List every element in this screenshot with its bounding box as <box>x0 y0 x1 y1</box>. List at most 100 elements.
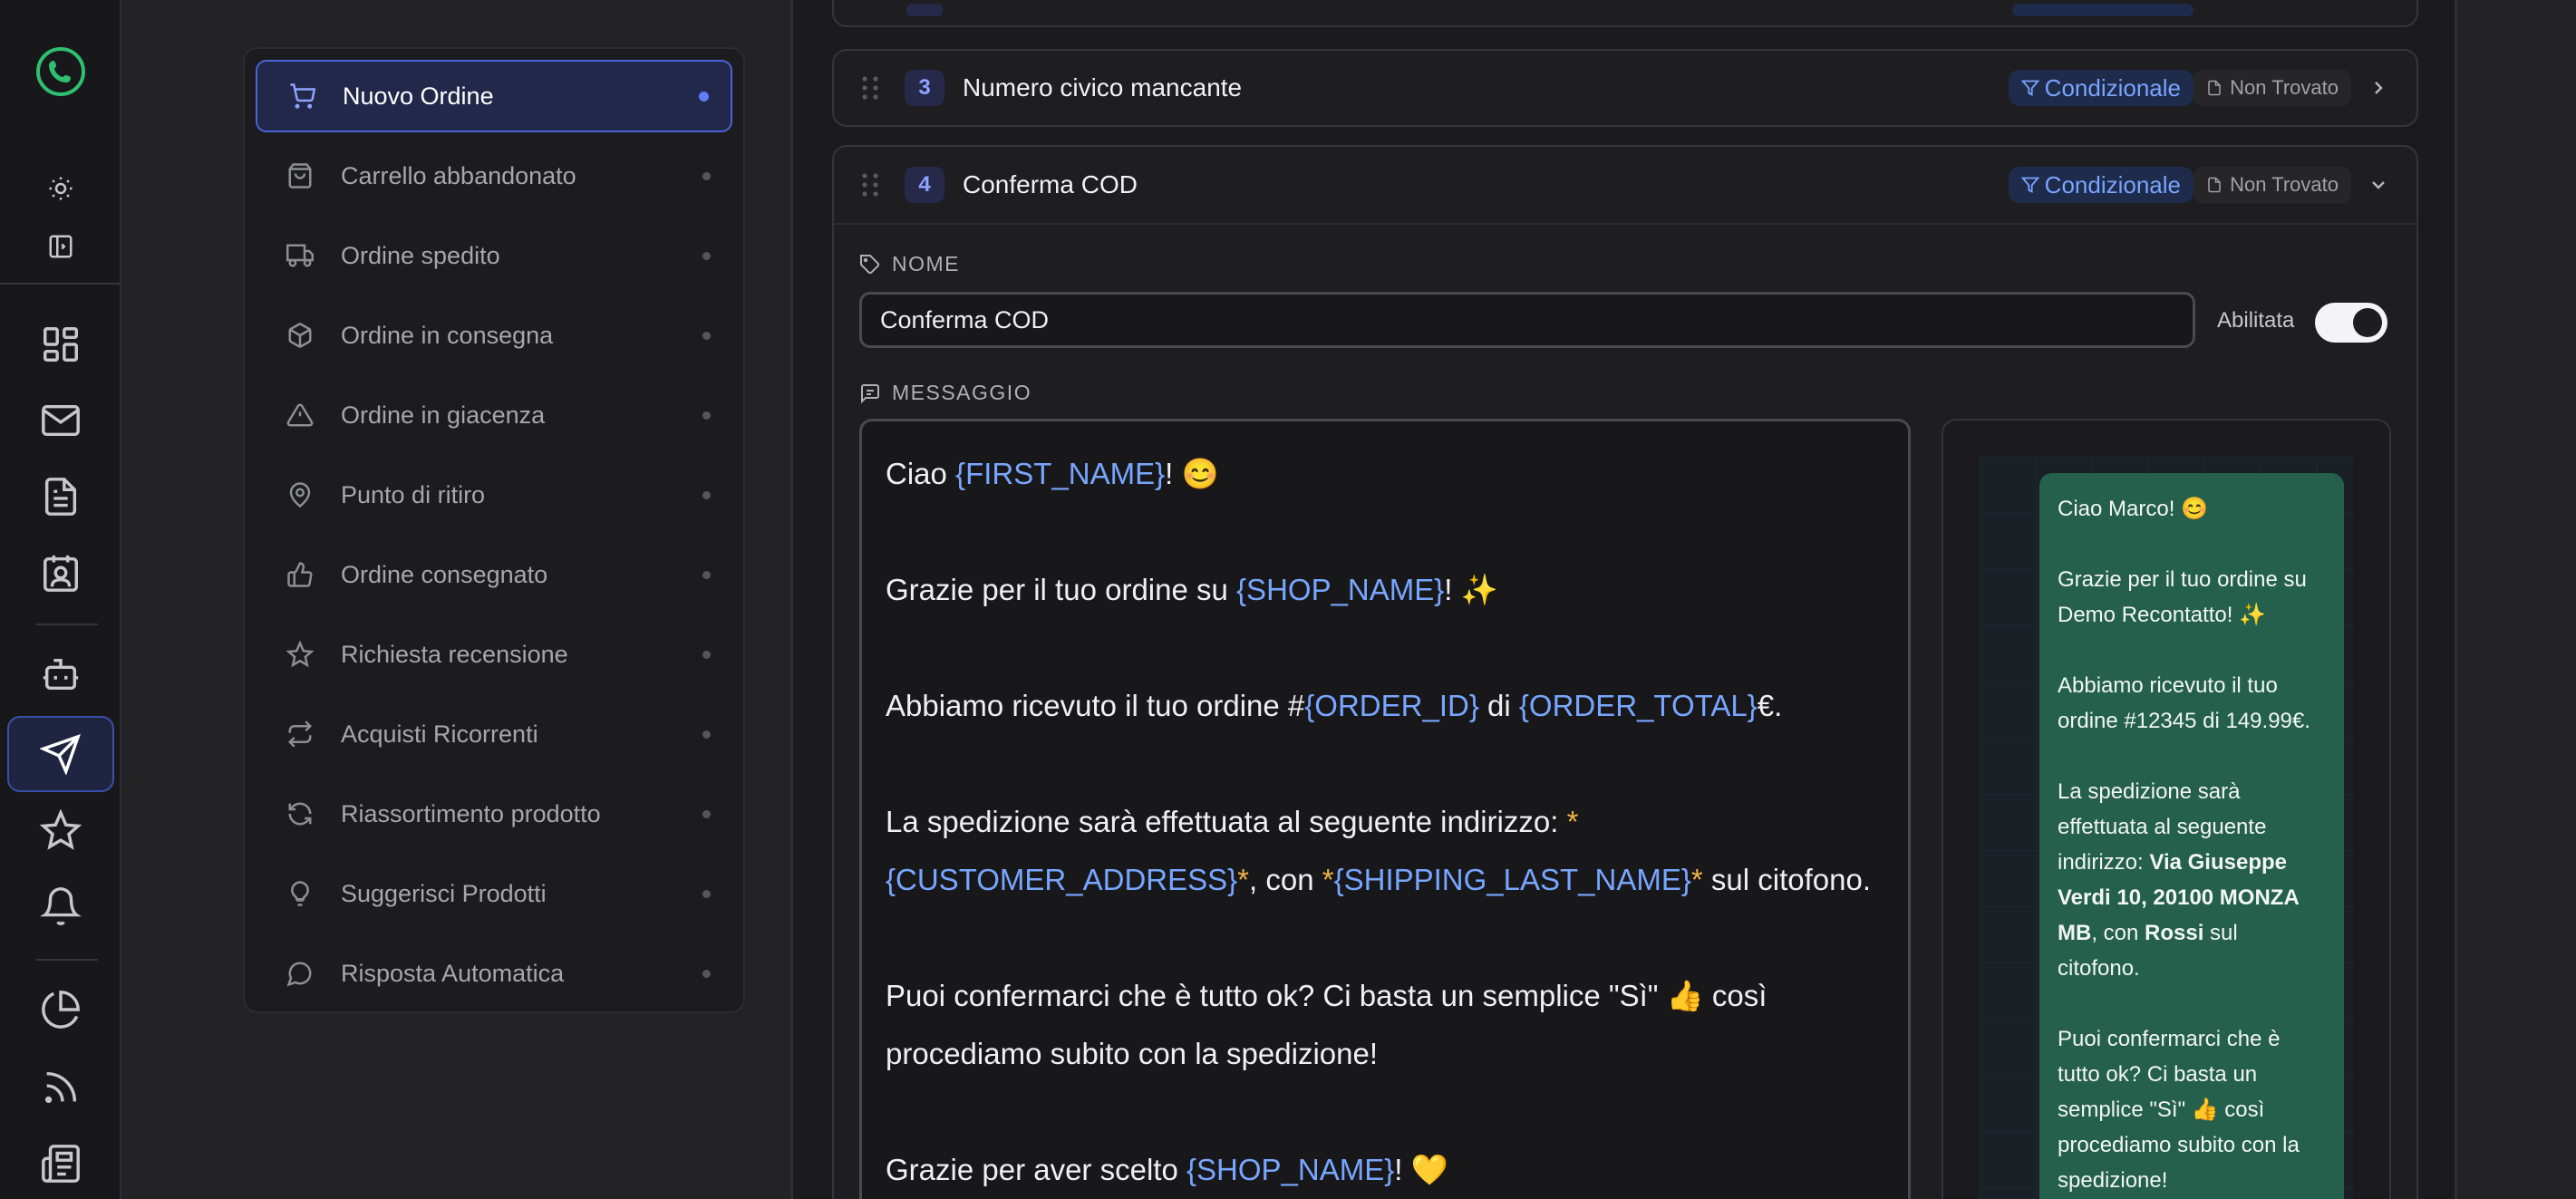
pie-chart-icon[interactable] <box>34 982 88 1037</box>
condition-badge[interactable]: Condizionale <box>2008 70 2193 106</box>
nav-item-label: Ordine consegnato <box>341 560 548 588</box>
message-preview-panel: Ciao Marco! 😊 Grazie per il tuo ordine s… <box>1942 419 2391 1199</box>
bot-icon[interactable] <box>34 647 88 701</box>
condition-label: Condizionale <box>2044 73 2181 102</box>
nav-item-carrello-abbandonato[interactable]: Carrello abbandonato <box>256 140 732 212</box>
tag-icon <box>860 254 880 274</box>
bell-icon[interactable] <box>34 879 88 933</box>
sidebar-toggle-icon[interactable] <box>43 228 79 265</box>
icon-rail <box>0 0 121 1199</box>
nav-item-label: Richiesta recensione <box>341 640 568 668</box>
status-dot <box>702 970 711 978</box>
step-number-badge <box>906 4 943 16</box>
rail-divider <box>36 624 98 625</box>
bag-icon <box>286 162 314 189</box>
message-preview-bubble: Ciao Marco! 😊 Grazie per il tuo ordine s… <box>2039 473 2344 1199</box>
chevron-down-icon[interactable] <box>2368 174 2389 196</box>
status-label: Non Trovato <box>2230 173 2339 196</box>
star-icon[interactable] <box>34 803 88 857</box>
warning-icon <box>286 401 314 429</box>
sun-icon[interactable] <box>43 170 79 207</box>
nav-item-label: Suggerisci Prodotti <box>341 879 547 907</box>
nav-item-ordine-in-consegna[interactable]: Ordine in consegna <box>256 299 732 372</box>
nav-item-riassortimento-prodotto[interactable]: Riassortimento prodotto <box>256 778 732 850</box>
repeat-icon <box>286 720 314 748</box>
status-dot <box>702 411 711 420</box>
file-icon <box>2208 177 2221 193</box>
nav-item-label: Acquisti Ricorrenti <box>341 720 538 748</box>
nav-item-label: Ordine in giacenza <box>341 401 546 429</box>
truck-icon <box>286 242 314 269</box>
condition-badge[interactable]: Condizionale <box>2008 167 2193 203</box>
enabled-toggle[interactable] <box>2315 303 2387 343</box>
contact-card-icon[interactable] <box>34 546 88 600</box>
filter-icon <box>2020 80 2039 96</box>
drag-handle-icon[interactable] <box>861 172 879 198</box>
newspaper-icon[interactable] <box>34 1136 88 1191</box>
step-title: Conferma COD <box>963 170 1138 198</box>
drag-handle-icon[interactable] <box>861 75 879 101</box>
status-dot <box>702 571 711 579</box>
send-icon[interactable] <box>34 727 88 781</box>
name-field-label: NOME <box>859 252 960 276</box>
file-icon <box>2208 80 2221 96</box>
lightbulb-icon <box>286 880 314 907</box>
nav-item-ordine-spedito[interactable]: Ordine spedito <box>256 219 732 292</box>
package-icon <box>286 322 314 349</box>
status-label: Non Trovato <box>2230 76 2339 99</box>
status-dot <box>699 92 709 102</box>
status-dot <box>702 810 711 818</box>
rail-divider <box>36 959 98 961</box>
status-badge: Non Trovato <box>2193 70 2351 106</box>
chat-bubble-icon <box>286 960 314 987</box>
rail-divider <box>0 283 121 285</box>
message-editor[interactable]: Ciao {FIRST_NAME}! 😊 Grazie per il tuo o… <box>859 419 1911 1199</box>
nav-item-suggerisci-prodotti[interactable]: Suggerisci Prodotti <box>256 857 732 930</box>
rss-icon[interactable] <box>34 1060 88 1115</box>
nav-item-ordine-consegnato[interactable]: Ordine consegnato <box>256 538 732 611</box>
nav-item-label: Punto di ritiro <box>341 480 486 508</box>
nav-item-acquisti-ricorrenti[interactable]: Acquisti Ricorrenti <box>256 698 732 770</box>
nav-item-punto-di-ritiro[interactable]: Punto di ritiro <box>256 459 732 531</box>
nav-item-label: Carrello abbandonato <box>341 161 576 189</box>
message-field-label: MESSAGGIO <box>859 381 1031 405</box>
status-dot <box>702 890 711 898</box>
nav-item-richiesta-recensione[interactable]: Richiesta recensione <box>256 618 732 691</box>
nav-item-nuovo-ordine[interactable]: Nuovo Ordine <box>256 60 732 132</box>
toggle-knob <box>2353 308 2382 337</box>
document-icon[interactable] <box>34 469 88 524</box>
status-dot <box>702 332 711 340</box>
name-input[interactable] <box>859 292 2195 348</box>
column-divider <box>790 0 793 1199</box>
nav-item-label: Riassortimento prodotto <box>341 799 601 827</box>
status-badge: Non Trovato <box>2193 167 2351 203</box>
map-pin-icon <box>286 481 314 508</box>
nav-item-risposta-automatica[interactable]: Risposta Automatica <box>256 937 732 1010</box>
enabled-label: Abilitata <box>2217 308 2295 333</box>
nav-item-ordine-in-giacenza[interactable]: Ordine in giacenza <box>256 379 732 451</box>
automation-nav-panel: Nuovo Ordine Carrello abbandonato Ordine… <box>243 47 745 1013</box>
status-dot <box>702 172 711 180</box>
message-icon <box>861 383 879 403</box>
status-dot <box>702 730 711 739</box>
cart-icon <box>288 82 315 110</box>
filter-icon <box>2020 177 2039 193</box>
star-icon <box>286 641 314 668</box>
step-card-collapsed[interactable] <box>832 0 2418 27</box>
app-logo-icon[interactable] <box>34 45 87 98</box>
mail-icon[interactable] <box>34 393 88 448</box>
nav-item-label: Ordine in consegna <box>341 321 554 349</box>
status-dot <box>702 491 711 499</box>
step-card-3[interactable]: 3 Numero civico mancante Condizionale No… <box>832 49 2418 127</box>
step-number-badge: 4 <box>905 167 944 203</box>
nav-item-label: Risposta Automatica <box>341 959 565 987</box>
nav-item-label: Ordine spedito <box>341 241 500 269</box>
step-title: Numero civico mancante <box>963 73 1243 102</box>
refresh-icon <box>286 800 314 827</box>
chevron-right-icon[interactable] <box>2368 77 2389 99</box>
thumbs-up-icon <box>286 561 314 588</box>
dashboard-icon[interactable] <box>34 317 88 372</box>
step-number-badge: 3 <box>905 70 944 106</box>
status-dot <box>702 651 711 659</box>
condition-label: Condizionale <box>2044 170 2181 198</box>
